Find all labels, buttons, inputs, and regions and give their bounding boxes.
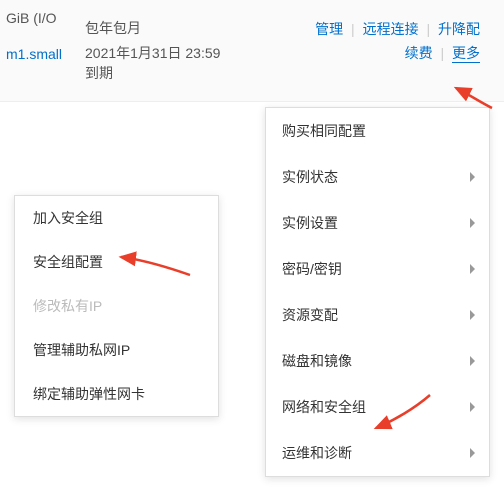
menu-item-same-config[interactable]: 购买相同配置 <box>266 108 489 154</box>
menu-label: 网络和安全组 <box>282 399 366 415</box>
actions-column: 管理 | 远程连接 | 升降配 续费 | 更多 <box>230 10 494 66</box>
network-security-submenu: 加入安全组 安全组配置 修改私有IP 管理辅助私网IP 绑定辅助弹性网卡 <box>14 195 219 417</box>
menu-label: 磁盘和镜像 <box>282 353 352 369</box>
more-link[interactable]: 更多 <box>452 45 480 63</box>
menu-item-disk-image[interactable]: 磁盘和镜像 <box>266 338 489 384</box>
more-dropdown: 购买相同配置 实例状态 实例设置 密码/密钥 资源变配 磁盘和镜像 网络和安全组… <box>265 107 490 477</box>
menu-label: 实例设置 <box>282 215 338 231</box>
instance-row: GiB (I/O m1.small 包年包月 2021年1月31日 23:59 … <box>0 0 504 102</box>
submenu-join-sg[interactable]: 加入安全组 <box>15 196 218 240</box>
menu-item-network-security[interactable]: 网络和安全组 <box>266 384 489 430</box>
submenu-modify-private-ip: 修改私有IP <box>15 284 218 328</box>
menu-item-password-key[interactable]: 密码/密钥 <box>266 246 489 292</box>
menu-item-ops-diag[interactable]: 运维和诊断 <box>266 430 489 476</box>
submenu-secondary-private-ip[interactable]: 管理辅助私网IP <box>15 328 218 372</box>
separator: | <box>351 21 355 37</box>
submenu-label: 绑定辅助弹性网卡 <box>33 386 145 402</box>
separator: | <box>440 45 444 61</box>
remote-link[interactable]: 远程连接 <box>363 21 419 37</box>
spec-gib: GiB (I/O <box>6 10 85 26</box>
separator: | <box>426 21 430 37</box>
renew-link[interactable]: 续费 <box>405 45 433 61</box>
billing-expire: 2021年1月31日 23:59 到期 <box>85 44 230 83</box>
menu-label: 资源变配 <box>282 307 338 323</box>
spec-column: GiB (I/O m1.small <box>0 10 85 62</box>
menu-item-instance-status[interactable]: 实例状态 <box>266 154 489 200</box>
menu-label: 实例状态 <box>282 169 338 185</box>
submenu-label: 修改私有IP <box>33 298 102 314</box>
menu-label: 购买相同配置 <box>282 123 366 139</box>
submenu-label: 加入安全组 <box>33 210 103 226</box>
submenu-bind-eni[interactable]: 绑定辅助弹性网卡 <box>15 372 218 416</box>
billing-column: 包年包月 2021年1月31日 23:59 到期 <box>85 10 230 83</box>
submenu-sg-config[interactable]: 安全组配置 <box>15 240 218 284</box>
upgrade-link[interactable]: 升降配 <box>438 21 480 37</box>
menu-item-resource-change[interactable]: 资源变配 <box>266 292 489 338</box>
menu-item-instance-settings[interactable]: 实例设置 <box>266 200 489 246</box>
instance-type-link[interactable]: m1.small <box>6 46 62 62</box>
menu-label: 密码/密钥 <box>282 261 342 277</box>
submenu-label: 安全组配置 <box>33 254 103 270</box>
submenu-label: 管理辅助私网IP <box>33 342 130 358</box>
billing-type: 包年包月 <box>85 18 230 38</box>
menu-label: 运维和诊断 <box>282 445 352 461</box>
manage-link[interactable]: 管理 <box>315 21 343 37</box>
